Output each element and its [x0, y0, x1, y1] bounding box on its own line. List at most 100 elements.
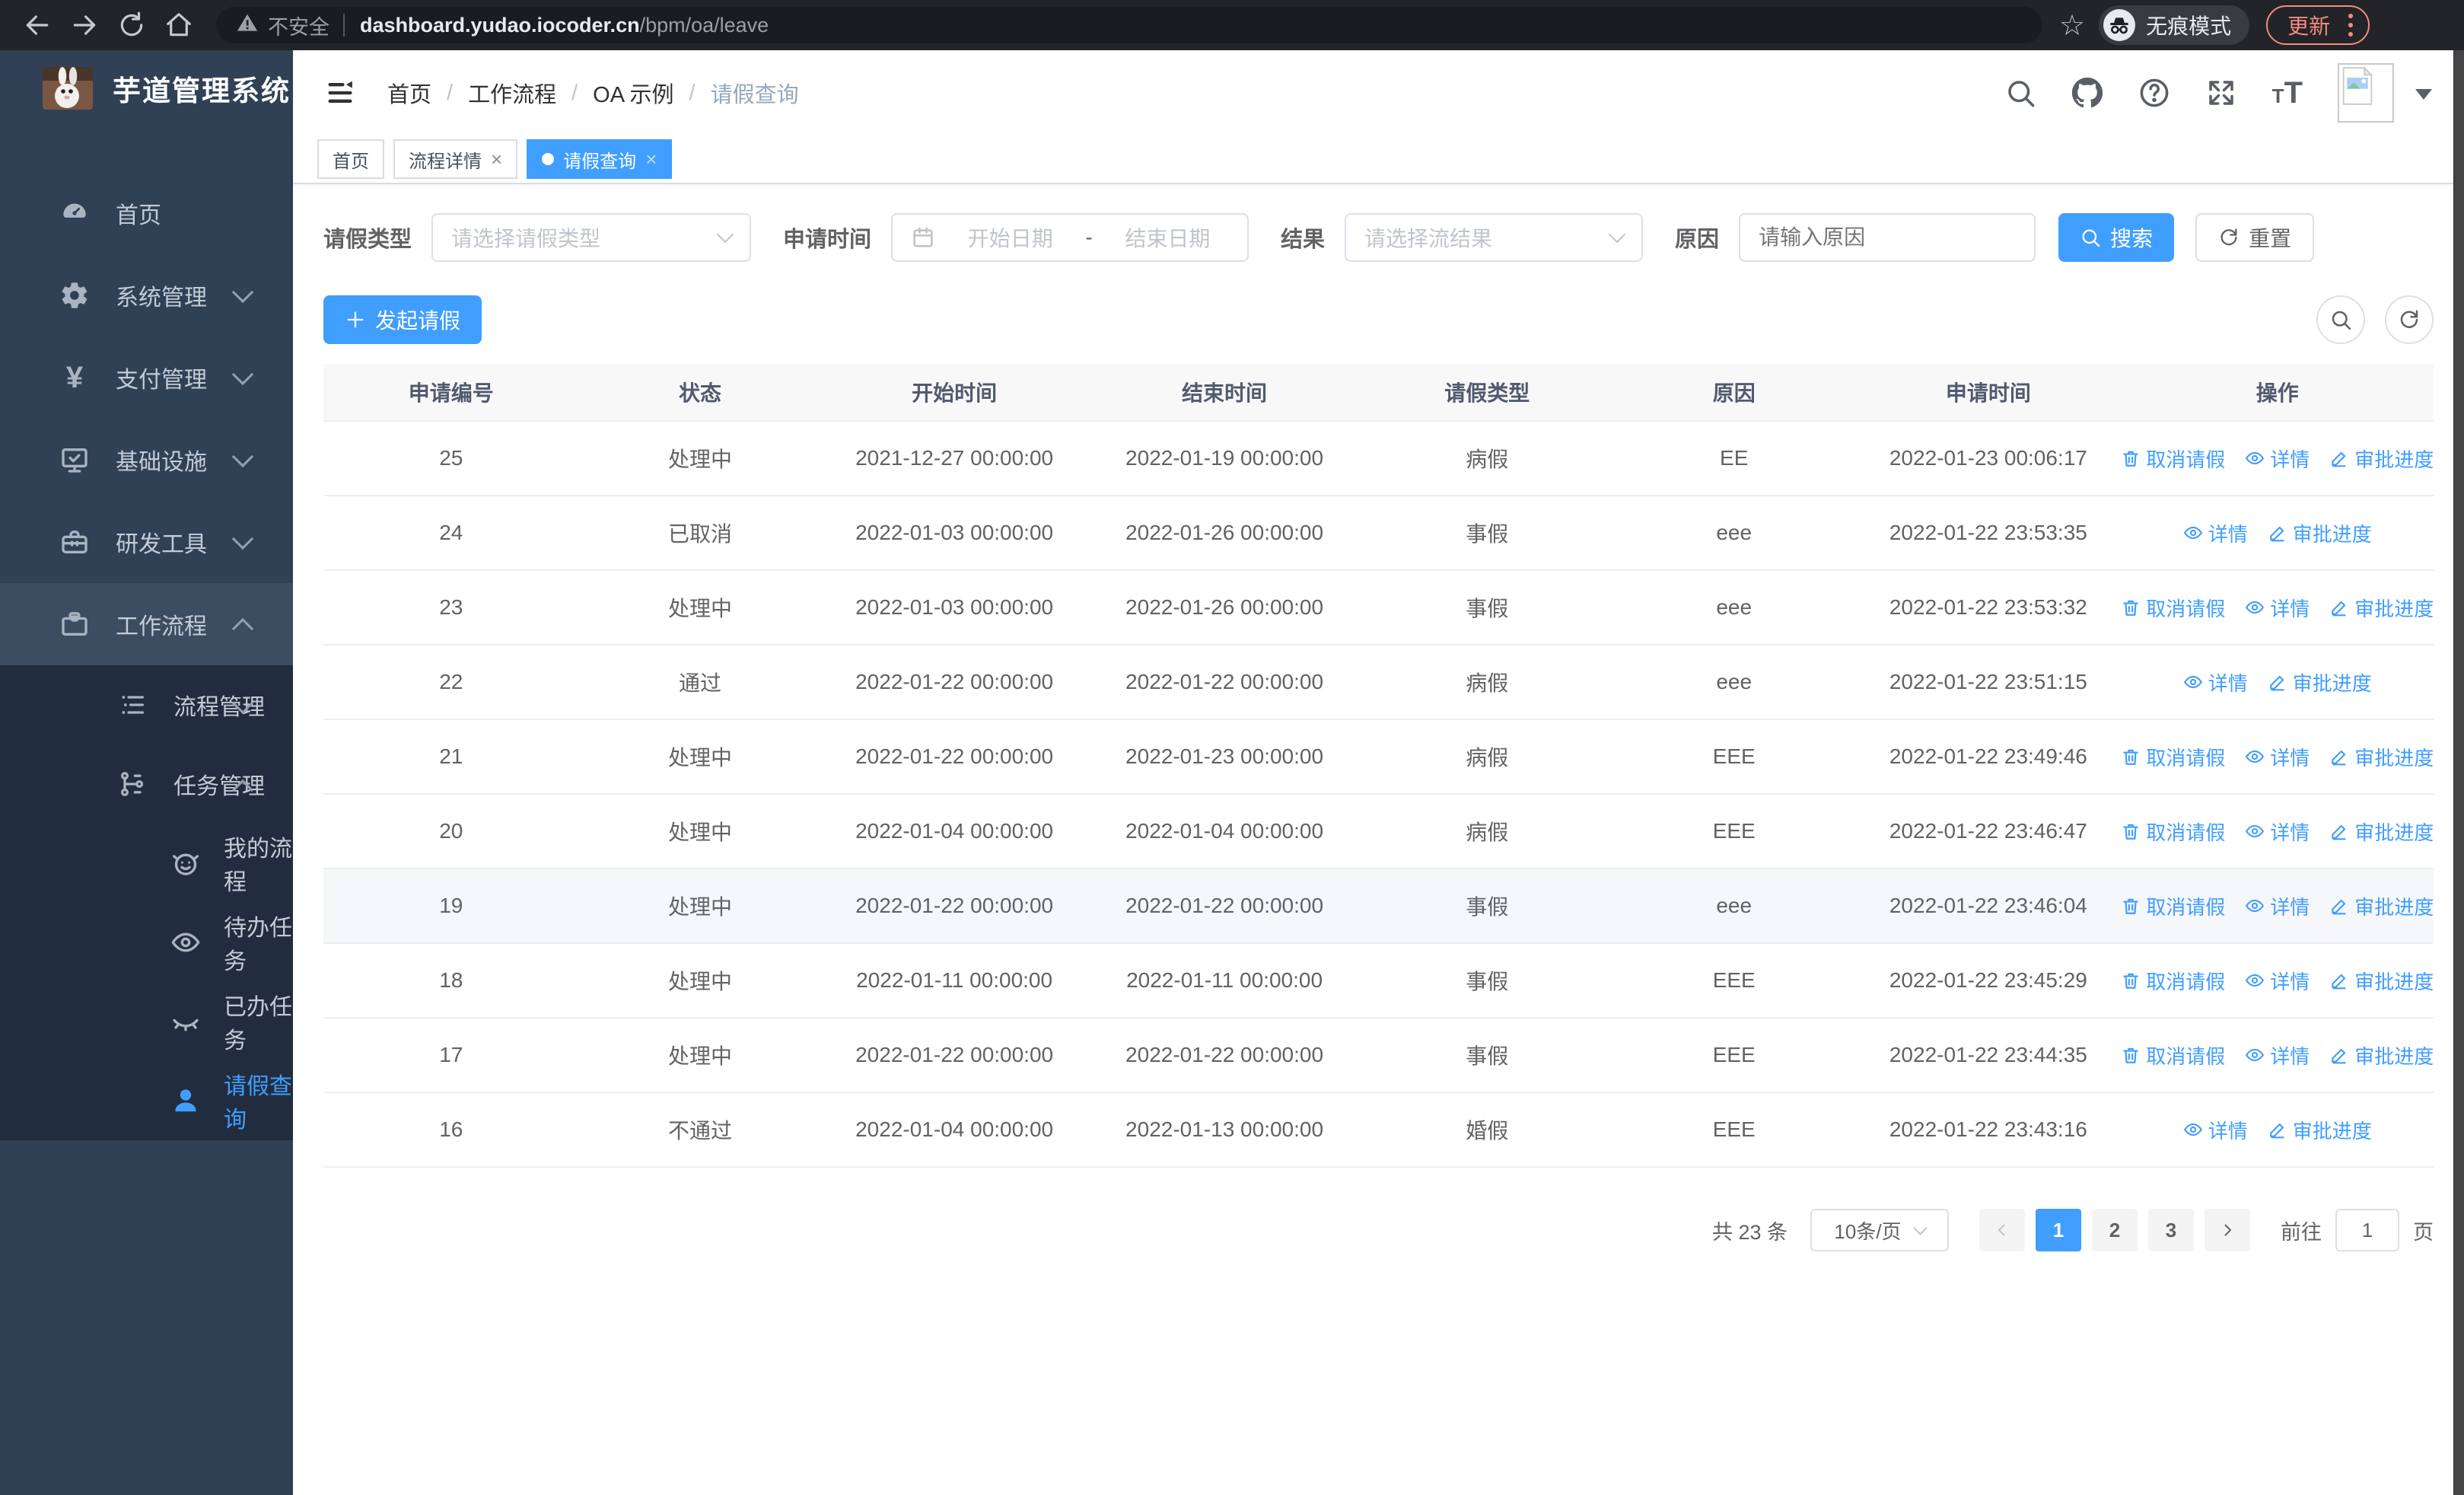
- page-size-select[interactable]: 10条/页: [1810, 1209, 1949, 1251]
- progress-action-link[interactable]: 审批进度: [2329, 594, 2434, 622]
- sidebar-item[interactable]: 已办任务: [0, 982, 293, 1061]
- page-button-1[interactable]: 1: [2036, 1209, 2081, 1251]
- sidebar-item[interactable]: 工作流程: [0, 583, 293, 665]
- chevron-up-icon: [231, 617, 254, 640]
- trash-icon: [2122, 971, 2141, 990]
- edit-icon: [2329, 448, 2349, 468]
- cancel-action-link[interactable]: 取消请假: [2122, 1041, 2225, 1069]
- sidebar-item[interactable]: 流程管理: [0, 665, 293, 744]
- cell-status: 处理中: [667, 746, 732, 770]
- detail-action-link[interactable]: 详情: [2245, 967, 2310, 995]
- app-logo-row[interactable]: 芋道管理系统: [0, 50, 293, 126]
- help-icon[interactable]: [2138, 77, 2170, 109]
- breadcrumb-item: 请假查询: [710, 83, 799, 107]
- leave-type-select[interactable]: 请选择请假类型: [431, 213, 752, 262]
- cell-start: 2022-01-03 00:00:00: [855, 521, 1054, 544]
- progress-action-link[interactable]: 审批进度: [2329, 892, 2434, 920]
- detail-action-link[interactable]: 详情: [2245, 743, 2310, 771]
- close-icon[interactable]: ×: [645, 149, 657, 169]
- page-button-3[interactable]: 3: [2148, 1209, 2194, 1251]
- prev-page-button[interactable]: [1979, 1209, 2025, 1251]
- create-leave-button[interactable]: 发起请假: [323, 295, 482, 344]
- cancel-action-link[interactable]: 取消请假: [2122, 892, 2225, 920]
- sidebar-item[interactable]: 任务管理: [0, 744, 293, 824]
- action-label: 审批进度: [2354, 448, 2434, 471]
- cancel-action-link[interactable]: 取消请假: [2122, 743, 2225, 771]
- progress-action-link[interactable]: 审批进度: [2329, 743, 2434, 771]
- action-label: 取消请假: [2146, 448, 2226, 471]
- update-button[interactable]: 更新: [2266, 5, 2370, 45]
- cancel-action-link[interactable]: 取消请假: [2122, 445, 2226, 473]
- refresh-table-button[interactable]: [2385, 295, 2434, 344]
- breadcrumb: 首页 / 工作流程 / OA 示例 / 请假查询: [387, 77, 799, 109]
- tab-active[interactable]: 请假查询 ×: [527, 139, 673, 179]
- toggle-search-button[interactable]: [2316, 295, 2365, 344]
- address-bar[interactable]: 不安全 dashboard.yudao.iocoder.cn/bpm/oa/le…: [216, 7, 2042, 43]
- security-warning-icon[interactable]: [236, 11, 268, 40]
- home-button[interactable]: [158, 5, 199, 46]
- fullscreen-icon[interactable]: [2205, 77, 2237, 109]
- reset-button[interactable]: 重置: [2195, 213, 2315, 262]
- cancel-action-link[interactable]: 取消请假: [2122, 967, 2225, 995]
- forward-button[interactable]: [64, 5, 105, 46]
- detail-action-link[interactable]: 详情: [2183, 1116, 2248, 1144]
- trash-icon: [2122, 821, 2141, 841]
- detail-action-link[interactable]: 详情: [2183, 519, 2248, 547]
- sidebar-item[interactable]: ¥ 支付管理: [0, 336, 293, 419]
- search-button[interactable]: 搜索: [2058, 213, 2175, 262]
- apply-time-range-picker[interactable]: 开始日期 - 结束日期: [891, 213, 1250, 262]
- cancel-action-link[interactable]: 取消请假: [2122, 818, 2225, 846]
- sidebar-item[interactable]: 待办任务: [0, 903, 293, 982]
- sidebar-item[interactable]: 基础设施: [0, 419, 293, 501]
- breadcrumb-item[interactable]: 工作流程: [468, 77, 556, 109]
- sidebar-item[interactable]: 请假查询: [0, 1061, 293, 1140]
- incognito-badge: 无痕模式: [2099, 5, 2250, 45]
- progress-action-link[interactable]: 审批进度: [2268, 1116, 2372, 1144]
- flow-icon: [114, 769, 151, 799]
- chevron-down-icon: [231, 281, 254, 304]
- cell-id: 24: [439, 521, 463, 544]
- tab-item[interactable]: 流程详情 ×: [393, 139, 518, 179]
- table-header-cell: 状态: [678, 381, 721, 405]
- detail-action-link[interactable]: 详情: [2245, 818, 2310, 846]
- detail-action-link[interactable]: 详情: [2245, 594, 2310, 622]
- reason-input[interactable]: [1739, 213, 2036, 262]
- sidebar-fold-icon[interactable]: [325, 78, 355, 108]
- sidebar-item[interactable]: 首页: [0, 172, 293, 254]
- font-size-icon[interactable]: TT: [2272, 76, 2303, 110]
- sidebar-item[interactable]: 系统管理: [0, 254, 293, 336]
- user-avatar[interactable]: [2338, 63, 2394, 123]
- result-select[interactable]: 请选择流结果: [1345, 213, 1644, 262]
- reset-button-label: 重置: [2249, 227, 2292, 250]
- chevron-down-icon[interactable]: [2415, 88, 2432, 108]
- progress-action-link[interactable]: 审批进度: [2268, 519, 2372, 547]
- detail-action-link[interactable]: 详情: [2245, 445, 2310, 473]
- detail-action-link[interactable]: 详情: [2245, 1041, 2310, 1069]
- next-page-button[interactable]: [2205, 1209, 2250, 1251]
- page-button-2[interactable]: 2: [2092, 1209, 2138, 1251]
- bookmark-star-icon[interactable]: ☆: [2059, 8, 2085, 43]
- back-button[interactable]: [17, 5, 58, 46]
- detail-action-link[interactable]: 详情: [2183, 668, 2248, 696]
- sidebar-item[interactable]: 研发工具: [0, 501, 293, 583]
- breadcrumb-item[interactable]: 首页: [387, 77, 431, 109]
- reload-button[interactable]: [111, 5, 152, 46]
- browser-menu-icon[interactable]: [2345, 11, 2356, 40]
- progress-action-link[interactable]: 审批进度: [2329, 967, 2434, 995]
- breadcrumb-item[interactable]: OA 示例: [593, 77, 673, 109]
- progress-action-link[interactable]: 审批进度: [2329, 818, 2434, 846]
- goto-page-input[interactable]: [2335, 1209, 2399, 1251]
- close-icon[interactable]: ×: [491, 149, 502, 169]
- tab-item[interactable]: 首页: [317, 139, 384, 179]
- cancel-action-link[interactable]: 取消请假: [2122, 594, 2225, 622]
- toolbox-icon: [56, 527, 93, 557]
- progress-action-link[interactable]: 审批进度: [2268, 668, 2372, 696]
- sidebar-item[interactable]: 我的流程: [0, 824, 293, 903]
- github-icon[interactable]: [2071, 77, 2103, 109]
- search-icon[interactable]: [2004, 77, 2036, 109]
- progress-action-link[interactable]: 审批进度: [2329, 445, 2434, 473]
- detail-action-link[interactable]: 详情: [2245, 892, 2310, 920]
- cell-type: 事假: [1466, 895, 1509, 919]
- browser-scrollbar[interactable]: [2453, 50, 2464, 1495]
- progress-action-link[interactable]: 审批进度: [2329, 1041, 2434, 1069]
